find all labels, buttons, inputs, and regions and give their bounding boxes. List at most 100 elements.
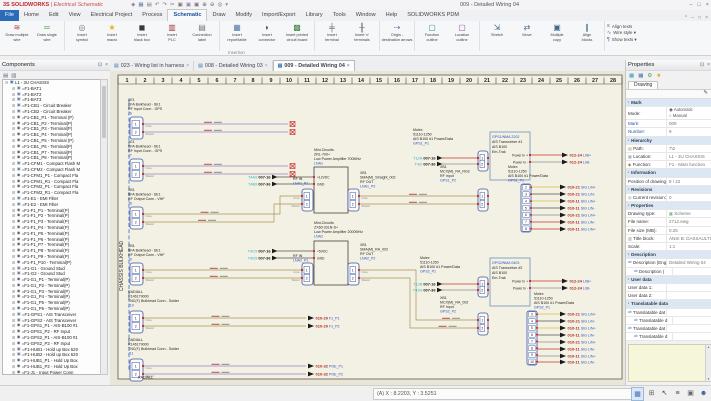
ribbon-button-origin-destination-arrows[interactable]: ⇢Origin -destination arrows [382, 22, 412, 50]
ribbon-button-insert-report-table[interactable]: ▦Insertreport/table [222, 22, 252, 50]
property-row[interactable]: abDescription (EngDetailed Wiring 04 [626, 259, 711, 267]
ribbon-tab-schematic[interactable]: Schematic [167, 9, 207, 21]
grid-view-icon[interactable]: ▦ [638, 73, 643, 79]
ribbon-button-multiple-copy[interactable]: ▣Multiplecopy [542, 22, 572, 50]
close-tab-icon[interactable]: × [347, 62, 350, 70]
filter-icon[interactable]: ▥ [11, 73, 16, 79]
doc-tab[interactable]: ▤023 - Wiring list in harness× [110, 61, 194, 71]
property-row[interactable]: abTranslatable d [626, 317, 711, 325]
ribbon-button-stretch[interactable]: ⇲Stretch [482, 22, 512, 50]
ribbon-button-insert-printed-circuit-board[interactable]: ▩Insert printedcircuit board [282, 22, 312, 50]
search-icon[interactable]: ◎ [217, 0, 222, 10]
property-row[interactable]: abTranslatable dat [626, 325, 711, 333]
property-section[interactable]: ▪Translatable data [626, 300, 711, 308]
tree-scrollbar[interactable] [100, 79, 108, 375]
property-row[interactable]: User data 1: [626, 284, 711, 292]
radio-option[interactable]: ○ Manual [669, 113, 693, 119]
ribbon-tab-edit[interactable]: Edit [44, 10, 64, 21]
property-section[interactable]: ▪Properties [626, 202, 711, 210]
tab-drawing[interactable]: Drawing [628, 81, 658, 89]
undo-icon[interactable]: ↶ [155, 0, 160, 10]
settings-icon[interactable]: ⚙ [647, 73, 652, 79]
ribbon-button-location-outline[interactable]: ▢Locationoutline [447, 22, 477, 50]
ribbon-button-insert-n-terminals[interactable]: ╫Insert 'n'terminals [347, 22, 377, 50]
components-tree[interactable]: ⊟▣L1 - 3U CHASSIS⊞▣=F1-BAT1⊞▣=F1-BAT2⊞▣=… [2, 79, 104, 375]
ribbon-tab-help[interactable]: Help [381, 10, 403, 21]
redo-icon[interactable]: ↷ [162, 0, 167, 10]
ribbon-tab-window[interactable]: Window [351, 10, 381, 21]
expand-icon[interactable]: ⊞ [12, 370, 15, 375]
ribbon-button-draw-single-wire[interactable]: ═Draw singlewire [32, 22, 62, 50]
ribbon-button-insert-terminal[interactable]: ╪Insertterminal [317, 22, 347, 50]
ribbon-tab-draw[interactable]: Draw [207, 10, 230, 21]
ribbon-button-align-blocks[interactable]: ∥Alignblocks [572, 22, 602, 50]
connector-symbol[interactable]: 12 [477, 277, 488, 297]
property-section[interactable]: ▪Mark [626, 99, 711, 107]
notes-box[interactable] [628, 344, 706, 382]
ribbon-button-move[interactable]: ⇄Move [512, 22, 542, 50]
tree-item[interactable]: ⊞◉=F1-J1 - Input Power Conn [3, 370, 103, 375]
multi-pin-connector[interactable]: 345678910 [527, 311, 538, 365]
property-row[interactable]: ▥Title block:ANSI B: DASSAULTSY [626, 235, 711, 243]
close-tab-icon[interactable]: × [265, 62, 268, 70]
property-row[interactable]: File name:2712.ewg [626, 218, 711, 226]
property-section[interactable]: ▪Description [626, 251, 711, 259]
ribbon-tab-library[interactable]: Library [301, 10, 328, 21]
multi-pin-connector[interactable]: 2345678 [521, 184, 532, 232]
property-row[interactable]: Mode:◉ Automatic○ Manual [626, 107, 711, 120]
property-row[interactable]: Mark:009 [626, 120, 711, 128]
scroll-up-icon[interactable]: ▴ [708, 345, 710, 349]
property-section[interactable]: ▪Information [626, 169, 711, 177]
property-row[interactable]: ▦Location:L1 - 3U CHASSIS [626, 153, 711, 161]
connector-symbol[interactable]: 12 [477, 313, 488, 335]
ribbon-button-insert-symbol[interactable]: ◎Insertsymbol [67, 22, 97, 50]
connector-symbol[interactable]: 12 [477, 189, 488, 211]
close-tab-icon[interactable]: × [186, 62, 189, 70]
schematic-canvas[interactable]: 1234567891011121314151617181920212223242… [110, 71, 625, 385]
property-row[interactable]: ◎Current revision:0 [626, 194, 711, 202]
pin-icon[interactable]: ⊡ [700, 62, 704, 68]
connector-symbol[interactable]: 12 [477, 151, 488, 171]
property-section[interactable]: ▪Hierarchy [626, 137, 711, 145]
property-row[interactable]: abTranslatable dat [626, 309, 711, 317]
property-row[interactable]: ◆Function:F1 - Main function [626, 161, 711, 169]
user-icon[interactable]: ☻ [698, 387, 709, 399]
ribbon-button-insert-black-box[interactable]: ◼Insertblack box [127, 22, 157, 50]
property-row[interactable]: Drawing type:▦Scheme [626, 210, 711, 218]
ribbon-tab-home[interactable]: Home [19, 10, 44, 21]
ribbon-tab-solidworks-pdm[interactable]: SOLIDWORKS PDM [402, 10, 464, 21]
snap-icon[interactable]: ⊞ [646, 387, 657, 399]
ribbon-button-wire-style[interactable]: ∿Wire style ▾ [607, 30, 637, 36]
ribbon-button-connection-label[interactable]: ▤Connectionlabel [187, 22, 217, 50]
ribbon-button-show-texts[interactable]: ¶Show texts ▾ [607, 37, 637, 43]
close-icon[interactable]: × [706, 0, 709, 10]
scope-icon[interactable]: ◈ [131, 0, 135, 10]
more-icon[interactable]: ▾ [225, 0, 228, 10]
ribbon-tab-file[interactable]: File [0, 10, 19, 21]
favorites-icon[interactable]: ★ [656, 73, 661, 79]
ribbon-button-insert-macro[interactable]: ★Insertmacro [97, 22, 127, 50]
maximize-icon[interactable]: □ [697, 0, 700, 10]
grid-icon[interactable]: ▦ [631, 387, 644, 401]
pin-icon[interactable]: ⊡ [98, 62, 102, 68]
ribbon-tab-view[interactable]: View [64, 10, 86, 21]
property-row[interactable]: abDescription ( [626, 268, 711, 276]
ribbon-button-insert-plc[interactable]: ▥InsertPLC [157, 22, 187, 50]
copy-mode-icon[interactable]: ▣ [685, 387, 696, 399]
ribbon-tab-tools[interactable]: Tools [328, 10, 351, 21]
doc-tab-active[interactable]: ▤009 - Detailed Wiring 04× [273, 60, 355, 71]
ribbon-button-function-outline[interactable]: ▢Functionoutline [417, 22, 447, 50]
property-row[interactable]: Number:9 [626, 128, 711, 136]
property-row[interactable]: User data 2: [626, 292, 711, 300]
ribbon-tab-electrical-project[interactable]: Electrical Project [86, 10, 138, 21]
property-section[interactable]: ▪Revisions [626, 186, 711, 194]
ribbon-button-align-texts[interactable]: ≡Align texts [607, 23, 637, 29]
property-row[interactable]: Scale:1:1 [626, 243, 711, 251]
zoom-out-icon[interactable]: ⊖ [210, 0, 215, 10]
close-icon[interactable]: × [105, 62, 108, 68]
ribbon-tab-import-export[interactable]: Import/Export [257, 10, 301, 21]
property-row[interactable]: ▤Path:7\2 [626, 145, 711, 153]
property-section[interactable]: ▪User data [626, 276, 711, 284]
minimize-icon[interactable]: – [689, 0, 692, 10]
print-icon[interactable]: ▤ [147, 0, 152, 10]
